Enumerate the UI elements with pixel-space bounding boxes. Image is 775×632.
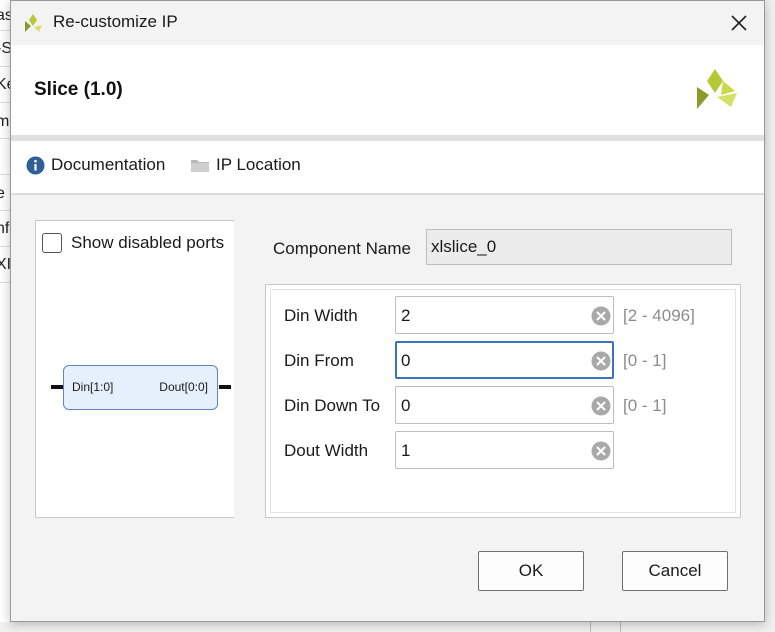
close-button[interactable] — [723, 9, 755, 37]
din-from-input[interactable]: 0 — [395, 341, 614, 379]
param-range: [0 - 1] — [623, 351, 667, 370]
ip-location-link[interactable]: IP Location — [190, 155, 301, 175]
input-pin — [51, 385, 63, 389]
ip-title: Slice (1.0) — [34, 79, 123, 100]
clear-circle-x-icon[interactable] — [591, 306, 611, 326]
din-down-to-input[interactable]: 0 — [395, 386, 614, 424]
title-bar[interactable]: Re-customize IP — [11, 1, 764, 45]
recustomize-ip-dialog: Re-customize IP Slice (1.0) Documentatio… — [10, 0, 765, 622]
cancel-button[interactable]: Cancel — [622, 551, 728, 591]
background-window-edge — [765, 0, 775, 632]
clear-circle-x-icon[interactable] — [591, 441, 611, 461]
info-icon — [26, 156, 45, 174]
port-dout-label: Dout[0:0] — [159, 380, 208, 394]
bg-fragment: m — [0, 113, 10, 130]
documentation-label: Documentation — [51, 155, 166, 174]
parameters-panel: Din Width 2 [2 - 4096] Din From 0 [0 - 1… — [265, 284, 741, 518]
ip-symbol-block: Din[1:0] Dout[0:0] — [51, 365, 231, 410]
param-value: 2 — [401, 306, 411, 325]
param-row-din-down-to: Din Down To 0 [0 - 1] — [271, 386, 737, 424]
folder-icon — [191, 160, 209, 172]
param-label: Din Width — [284, 306, 358, 325]
background-window-bottom — [0, 622, 775, 632]
ip-header: Slice (1.0) — [11, 45, 764, 135]
param-label: Din From — [284, 351, 354, 370]
xilinx-brand-logo-icon — [695, 67, 741, 113]
param-value: 0 — [401, 396, 411, 415]
ip-location-label: IP Location — [216, 155, 301, 174]
show-disabled-ports-checkbox[interactable] — [42, 233, 62, 253]
param-row-din-width: Din Width 2 [2 - 4096] — [271, 296, 737, 334]
component-name-label: Component Name — [273, 239, 411, 258]
parameters-group: Din Width 2 [2 - 4096] Din From 0 [0 - 1… — [270, 289, 736, 513]
clear-circle-x-icon[interactable] — [591, 351, 611, 371]
param-range: [2 - 4096] — [623, 306, 695, 325]
close-icon — [731, 15, 747, 31]
component-name-field[interactable]: xlslice_0 — [426, 229, 732, 265]
param-label: Din Down To — [284, 396, 381, 415]
symbol-preview-pane: Show disabled ports Din[1:0] Dout[0:0] — [35, 220, 234, 518]
ok-button[interactable]: OK — [478, 551, 584, 591]
ip-toolbar: Documentation IP Location — [11, 141, 764, 193]
din-width-input[interactable]: 2 — [395, 296, 614, 334]
param-value: 0 — [401, 351, 411, 370]
param-value: 1 — [401, 441, 411, 460]
param-label: Dout Width — [284, 441, 369, 460]
param-row-din-from: Din From 0 [0 - 1] — [271, 341, 737, 379]
bg-fragment: e — [0, 185, 5, 202]
param-row-dout-width: Dout Width 1 — [271, 431, 737, 469]
window-title: Re-customize IP — [53, 12, 178, 31]
xilinx-logo-icon — [23, 13, 43, 33]
output-pin — [219, 385, 231, 389]
port-din-label: Din[1:0] — [72, 380, 114, 394]
bg-fragment: nf — [0, 220, 10, 237]
show-disabled-ports-label: Show disabled ports — [71, 233, 225, 252]
dout-width-input[interactable]: 1 — [395, 431, 614, 469]
documentation-link[interactable]: Documentation — [26, 155, 165, 175]
param-range: [0 - 1] — [623, 396, 667, 415]
show-disabled-ports-toggle[interactable]: Show disabled ports — [42, 233, 224, 253]
clear-circle-x-icon[interactable] — [591, 396, 611, 416]
config-body: Show disabled ports Din[1:0] Dout[0:0] C… — [11, 195, 764, 621]
